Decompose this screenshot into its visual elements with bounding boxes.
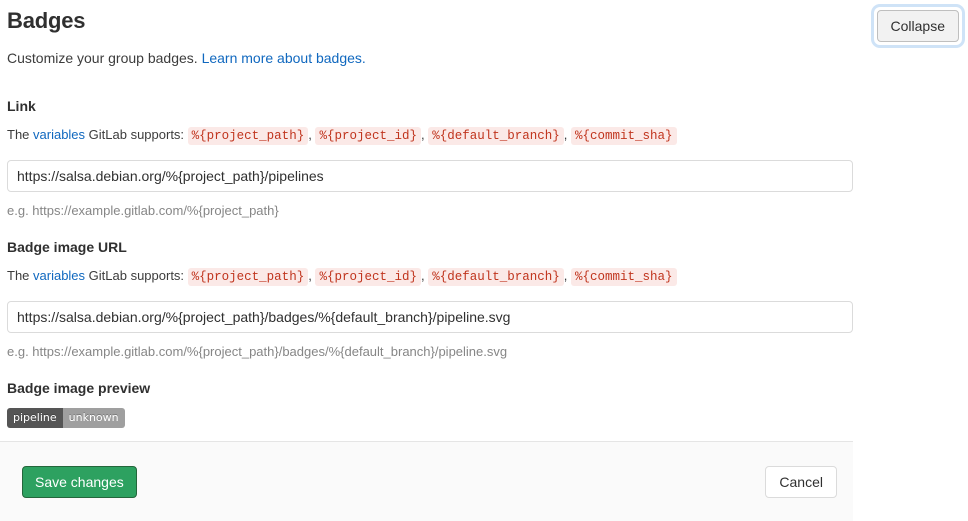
badge-status-unknown: unknown xyxy=(62,408,125,428)
variables-separator: , xyxy=(420,268,425,283)
link-field-label: Link xyxy=(7,98,36,114)
collapse-button[interactable]: Collapse xyxy=(876,10,959,42)
link-field-group: Link The variables GitLab supports: %{pr… xyxy=(7,96,853,220)
badge-label-pipeline: pipeline xyxy=(7,408,63,428)
link-variables-help: The variables GitLab supports: %{project… xyxy=(7,125,853,146)
variables-link[interactable]: variables xyxy=(33,268,85,283)
badge-image-url-input[interactable] xyxy=(7,301,853,333)
section-divider-spacer xyxy=(7,220,853,237)
page-header: Badges Customize your group badges. Lear… xyxy=(7,6,853,68)
variables-separator: , xyxy=(308,127,312,142)
image-url-variables-help: The variables GitLab supports: %{project… xyxy=(7,266,853,287)
link-url-input[interactable] xyxy=(7,160,853,192)
page-subtitle: Customize your group badges. Learn more … xyxy=(7,36,853,68)
learn-more-about-badges-link[interactable]: Learn more about badges. xyxy=(202,50,366,66)
variables-separator: , xyxy=(563,127,568,142)
badge-preview-image: pipeline unknown xyxy=(7,408,125,428)
variables-suffix: GitLab supports: xyxy=(85,127,185,142)
variable-token-project-id: %{project_id} xyxy=(315,127,421,145)
variable-token-default-branch: %{default_branch} xyxy=(428,127,564,145)
image-url-field-group: Badge image URL The variables GitLab sup… xyxy=(7,237,853,361)
variables-separator: , xyxy=(308,268,312,283)
variable-token-commit-sha: %{commit_sha} xyxy=(571,127,677,145)
variables-link[interactable]: variables xyxy=(33,127,85,142)
badge-preview-label: Badge image preview xyxy=(7,380,151,396)
cancel-button[interactable]: Cancel xyxy=(765,465,837,498)
variables-separator: , xyxy=(563,268,568,283)
variable-token-project-id: %{project_id} xyxy=(315,268,421,286)
save-changes-button[interactable]: Save changes xyxy=(22,465,137,498)
form-footer: Save changes Cancel xyxy=(0,441,853,521)
badge-form: Link The variables GitLab supports: %{pr… xyxy=(7,96,853,428)
variable-token-project-path: %{project_path} xyxy=(187,127,309,145)
variables-suffix: GitLab supports: xyxy=(85,268,185,283)
badge-preview-group: Badge image preview pipeline unknown xyxy=(7,378,853,428)
variable-token-default-branch: %{default_branch} xyxy=(428,268,564,286)
page-title: Badges xyxy=(7,8,86,33)
variable-token-project-path: %{project_path} xyxy=(187,268,309,286)
variables-prefix: The xyxy=(7,127,34,142)
image-url-field-label: Badge image URL xyxy=(7,239,127,255)
variables-prefix: The xyxy=(7,268,34,283)
image-url-field-hint: e.g. https://example.gitlab.com/%{projec… xyxy=(7,344,508,359)
page-subtitle-text: Customize your group badges. xyxy=(7,50,198,66)
link-field-hint: e.g. https://example.gitlab.com/%{projec… xyxy=(7,203,279,218)
variables-separator: , xyxy=(420,127,425,142)
preview-spacer xyxy=(7,361,853,378)
variable-token-commit-sha: %{commit_sha} xyxy=(571,268,677,286)
collapse-button-focus-ring: Collapse xyxy=(874,7,962,45)
